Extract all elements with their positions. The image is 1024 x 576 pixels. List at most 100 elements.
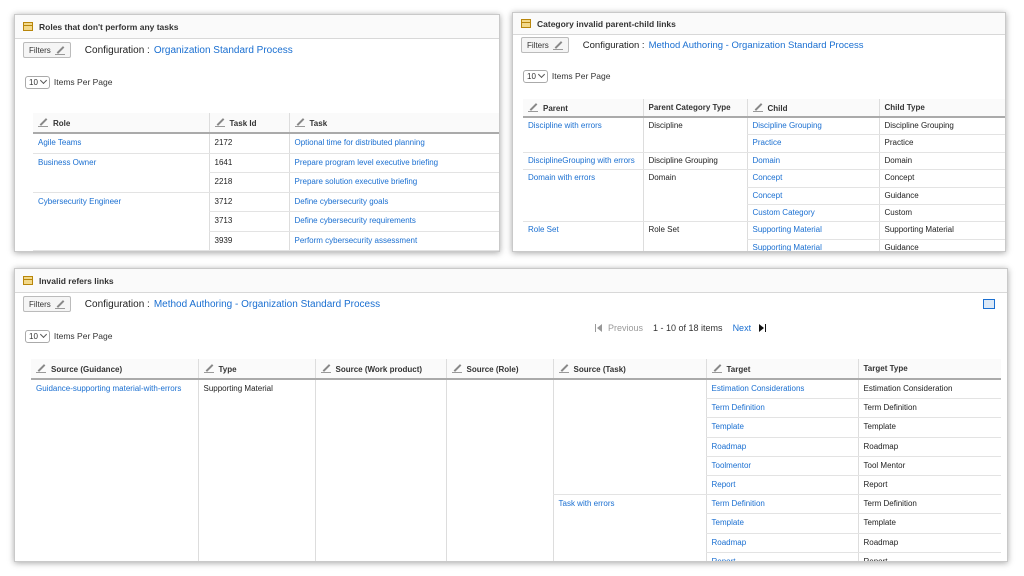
table-cell[interactable]: Domain — [746, 152, 879, 171]
table-cell[interactable]: Discipline Grouping — [746, 117, 879, 136]
table-cell[interactable]: Cybersecurity Manager — [33, 250, 209, 251]
table-cell: Custom — [878, 204, 1005, 223]
table-cell[interactable]: Business Owner — [33, 153, 209, 173]
table-cell[interactable]: Practice — [746, 134, 879, 153]
table-cell: 3939 — [208, 231, 289, 251]
chevron-down-icon — [39, 330, 47, 339]
column-header-task[interactable]: Task — [288, 113, 499, 134]
table-cell[interactable]: Agile Teams — [33, 133, 209, 154]
table-cell[interactable]: Perform cybersecurity assessment — [288, 231, 499, 251]
table-cell[interactable]: Manage cybersecurity — [288, 250, 499, 251]
table-cell — [445, 437, 553, 457]
table-cell[interactable]: Report — [705, 475, 858, 496]
pencil-icon[interactable] — [36, 363, 46, 373]
table-cell — [445, 379, 553, 399]
column-header-role[interactable]: Role — [33, 113, 209, 134]
pencil-icon[interactable] — [214, 117, 225, 127]
table-cell[interactable]: Guidance-supporting material-with-errors — [31, 379, 198, 399]
table-cell[interactable]: Roadmap — [705, 437, 858, 457]
table-row: 2218 Prepare solution executive briefing — [33, 172, 499, 193]
config-link[interactable]: Organization Standard Process — [154, 45, 293, 56]
table-icon — [521, 19, 531, 28]
table-cell: Discipline Grouping — [878, 117, 1005, 136]
last-page-icon[interactable] — [759, 324, 767, 332]
table-row: Concept Guidance — [523, 187, 1005, 206]
pencil-icon[interactable] — [558, 363, 569, 373]
table-cell[interactable]: Supporting Material — [746, 221, 879, 240]
pencil-icon[interactable] — [203, 363, 214, 373]
pencil-icon[interactable] — [38, 117, 48, 127]
column-header-source-guidance[interactable]: Source (Guidance) — [31, 359, 198, 380]
pencil-icon[interactable] — [320, 363, 331, 373]
category-per-page: 10 Items Per Page — [513, 61, 1005, 91]
column-header-type[interactable]: Type — [197, 359, 315, 380]
table-cell[interactable]: Custom Category — [746, 204, 879, 223]
pencil-icon[interactable] — [451, 363, 462, 373]
table-cell[interactable]: Define cybersecurity requirements — [288, 211, 499, 232]
next-link[interactable]: Next — [733, 323, 752, 333]
column-header-child[interactable]: Child — [746, 99, 879, 118]
column-header-source-work-product[interactable]: Source (Work product) — [314, 359, 446, 380]
column-header-child-type[interactable]: Child Type — [878, 99, 1005, 118]
table-cell[interactable]: Template — [705, 513, 858, 534]
table-cell — [552, 437, 706, 457]
filters-button[interactable]: Filters — [23, 42, 71, 58]
items-per-page-select[interactable]: 10 — [25, 329, 50, 343]
column-header-target[interactable]: Target — [705, 359, 858, 380]
table-row: Business Owner 1641 Prepare program level … — [33, 153, 499, 173]
table-cell[interactable]: Toolmentor — [705, 456, 858, 477]
table-cell[interactable]: Concept — [746, 187, 879, 206]
table-cell[interactable]: Cybersecurity Engineer — [33, 192, 209, 212]
table-cell[interactable]: Define cybersecurity goals — [288, 192, 499, 212]
table-cell[interactable]: Roadmap — [705, 533, 858, 553]
pagination: Previous 1 - 10 of 18 items Next — [595, 323, 767, 333]
table-cell[interactable]: Template — [705, 417, 858, 438]
config-label: Configuration : — [582, 39, 645, 51]
table-cell: Guidance — [878, 239, 1005, 251]
table-cell[interactable]: Prepare program level executive briefing — [288, 153, 499, 173]
items-per-page-select[interactable]: 10 — [523, 69, 548, 83]
table-cell[interactable]: Estimation Considerations — [705, 379, 858, 400]
pencil-icon[interactable] — [752, 102, 763, 112]
column-header-parent[interactable]: Parent — [523, 99, 643, 118]
table-cell[interactable]: Optional time for distributed planning — [288, 133, 499, 154]
export-icon[interactable] — [983, 299, 995, 309]
table-cell[interactable]: DisciplineGrouping with errors — [523, 152, 643, 171]
previous-link[interactable]: Previous — [608, 323, 643, 333]
refers-per-page: 10 Items Per Page — [15, 321, 1007, 351]
roles-per-page: 10 Items Per Page — [15, 65, 499, 99]
table-row: Cybersecurity Manager3937Manage cybersec… — [33, 250, 499, 251]
roles-table: Role Task Id Task Agile Teams 2172 Optional … — [33, 113, 499, 251]
table-cell — [197, 437, 315, 457]
config-link[interactable]: Method Authoring - Organization Standard… — [154, 299, 380, 310]
table-cell — [31, 552, 198, 561]
table-cell — [552, 417, 706, 438]
table-cell[interactable]: Report — [705, 552, 858, 561]
pencil-icon[interactable] — [294, 117, 305, 127]
table-cell[interactable]: Prepare solution executive briefing — [288, 172, 499, 193]
column-header-source-role[interactable]: Source (Role) — [445, 359, 553, 380]
table-cell[interactable]: Supporting Material — [746, 239, 879, 251]
column-header-parent-category-type[interactable]: Parent Category Type — [642, 99, 747, 118]
table-cell: Template — [857, 417, 1001, 438]
column-header-task-id[interactable]: Task Id — [208, 113, 289, 134]
column-header-target-type[interactable]: Target Type — [857, 359, 1001, 380]
pencil-icon[interactable] — [711, 363, 722, 373]
table-cell — [314, 533, 446, 553]
table-cell[interactable]: Role Set — [523, 222, 643, 239]
table-cell[interactable]: Domain with errors — [523, 170, 643, 187]
items-per-page-select[interactable]: 10 — [25, 75, 50, 89]
filters-button[interactable]: Filters — [521, 37, 569, 53]
filters-button[interactable]: Filters — [23, 296, 71, 312]
table-cell[interactable]: Concept — [746, 169, 879, 188]
table-cell: Domain — [878, 152, 1005, 171]
config-link[interactable]: Method Authoring - Organization Standard… — [649, 40, 864, 51]
column-header-source-task[interactable]: Source (Task) — [552, 359, 706, 380]
pencil-icon[interactable] — [528, 102, 538, 112]
table-cell[interactable]: Task with errors — [552, 494, 706, 514]
table-cell[interactable]: Discipline with errors — [523, 117, 643, 135]
table-cell[interactable]: Term Definition — [705, 398, 858, 419]
table-cell — [445, 513, 553, 534]
table-cell[interactable]: Term Definition — [705, 494, 858, 515]
table-cell: Discipline — [642, 117, 747, 135]
